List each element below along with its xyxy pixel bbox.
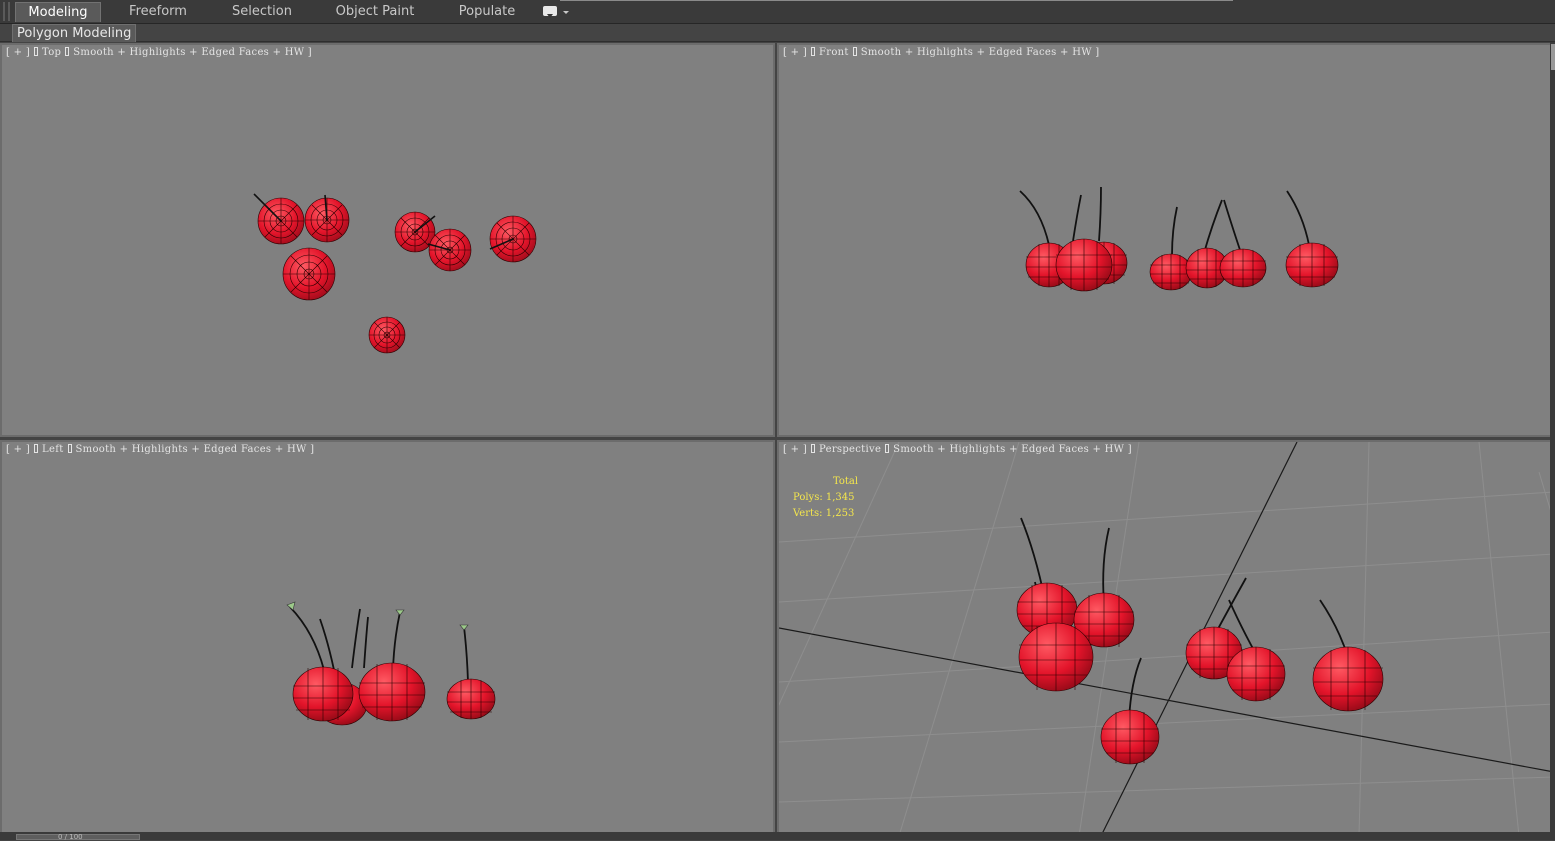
viewport-label[interactable]: [ + ] Perspective Smooth + Highlights + Ed… [783, 444, 1132, 455]
statistics-overlay: Total Polys: 1,345 Verts: 1,253 [793, 474, 858, 522]
timeline-bar [0, 832, 1555, 840]
viewport-perspective[interactable]: [ + ] Perspective Smooth + Highlights + Ed… [777, 440, 1552, 834]
cherry [1312, 646, 1384, 712]
ribbon-tab-bar: Modeling Freeform Selection Object Paint… [0, 0, 1555, 24]
viewport-front[interactable]: [ + ] Front Smooth + Highlights + Edged Fa… [777, 43, 1552, 437]
ribbon-grip[interactable] [3, 2, 5, 21]
cherry [292, 666, 354, 722]
home-grid [779, 442, 1550, 832]
stats-verts: Verts: 1,253 [793, 508, 855, 519]
tab-populate[interactable]: Populate [452, 2, 522, 22]
world-axes [779, 442, 1550, 832]
cherry [1149, 253, 1193, 291]
cherry [1018, 622, 1094, 692]
shading-mode[interactable]: Smooth + Highlights + Edged Faces + HW ] [73, 47, 312, 58]
ribbon-grip[interactable] [8, 2, 10, 21]
dropdown-arrow-icon[interactable] [563, 11, 569, 14]
top-view-scene [253, 193, 537, 354]
cherry [1219, 248, 1267, 288]
cherry [253, 193, 305, 245]
viewport-name[interactable]: Perspective [819, 444, 881, 455]
perspective-view-scene [779, 442, 1550, 832]
viewport-scrollbar-track [1550, 42, 1555, 832]
divider [560, 0, 1233, 1]
cherry [1226, 646, 1286, 702]
tab-selection[interactable]: Selection [223, 2, 301, 22]
viewport-name[interactable]: Left [42, 444, 63, 455]
front-view-scene [1019, 186, 1339, 292]
shading-mode[interactable]: Smooth + Highlights + Edged Faces + HW ] [893, 444, 1132, 455]
tab-freeform[interactable]: Freeform [118, 2, 198, 22]
cherry [394, 211, 436, 253]
cherry [304, 194, 350, 243]
cherry [358, 662, 426, 722]
cherry [489, 215, 537, 263]
viewport-label[interactable]: [ + ] Left Smooth + Highlights + Edged Fac… [6, 444, 314, 455]
cherry [1285, 242, 1339, 288]
viewport-top[interactable]: [ + ] Top Smooth + Highlights + Edged Face… [0, 43, 775, 437]
viewport-label[interactable]: [ + ] Front Smooth + Highlights + Edged Fa… [783, 47, 1100, 58]
polygon-modeling-panel[interactable]: Polygon Modeling [12, 24, 137, 42]
shading-mode[interactable]: Smooth + Highlights + Edged Faces + HW ] [76, 444, 315, 455]
tab-modeling[interactable]: Modeling [15, 2, 101, 22]
cherry [1055, 238, 1113, 292]
cherry [282, 247, 336, 301]
cherry [1100, 709, 1160, 765]
viewport-scrollbar[interactable] [1551, 44, 1555, 70]
viewport-label[interactable]: [ + ] Top Smooth + Highlights + Edged Face… [6, 47, 312, 58]
viewport-name[interactable]: Top [42, 47, 61, 58]
ribbon-panel-bar: Polygon Modeling [0, 24, 1555, 42]
cherry [446, 678, 496, 720]
viewport-name[interactable]: Front [819, 47, 849, 58]
frame-counter: 0 / 100 [58, 833, 83, 841]
cherry [368, 316, 406, 354]
stats-polys: Polys: 1,345 [793, 492, 855, 503]
menu-toggle-icon[interactable] [543, 6, 557, 18]
viewport-left[interactable]: [ + ] Left Smooth + Highlights + Edged Fac… [0, 440, 775, 834]
left-view-scene [286, 601, 496, 726]
shading-mode[interactable]: Smooth + Highlights + Edged Faces + HW ] [861, 47, 1100, 58]
tab-object-paint[interactable]: Object Paint [332, 2, 418, 22]
stats-heading: Total [833, 476, 859, 487]
